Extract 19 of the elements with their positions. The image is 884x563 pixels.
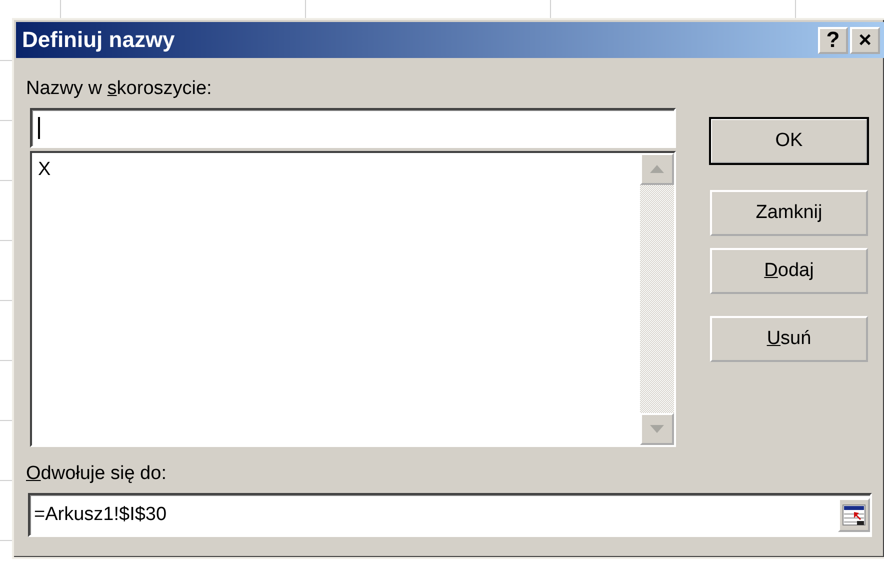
names-label: Nazwy w skoroszycie: bbox=[26, 78, 213, 100]
collapse-dialog-button[interactable] bbox=[838, 498, 870, 532]
refers-to-field[interactable]: =Arkusz1!$I$30 bbox=[28, 493, 872, 537]
refers-to-label: Odwołuje się do: bbox=[26, 463, 168, 485]
dialog-button[interactable]: OK bbox=[710, 118, 868, 164]
help-button[interactable]: ? bbox=[818, 26, 848, 54]
up-arrow-icon bbox=[650, 165, 664, 173]
name-list-item[interactable]: X bbox=[36, 159, 53, 181]
dialog-button[interactable]: Usuń bbox=[710, 316, 868, 362]
refers-to-value: =Arkusz1!$I$30 bbox=[34, 504, 167, 526]
window-title: Definiuj nazwy bbox=[22, 27, 175, 53]
dialog-button[interactable]: Dodaj bbox=[710, 248, 868, 294]
scroll-down-button[interactable] bbox=[640, 413, 674, 445]
scrollbar[interactable] bbox=[640, 153, 674, 445]
name-input-field[interactable] bbox=[30, 108, 676, 148]
close-button[interactable]: × bbox=[850, 26, 880, 54]
dialog-button[interactable]: Zamknij bbox=[710, 190, 868, 236]
down-arrow-icon bbox=[650, 425, 664, 433]
scroll-up-button[interactable] bbox=[640, 153, 674, 185]
